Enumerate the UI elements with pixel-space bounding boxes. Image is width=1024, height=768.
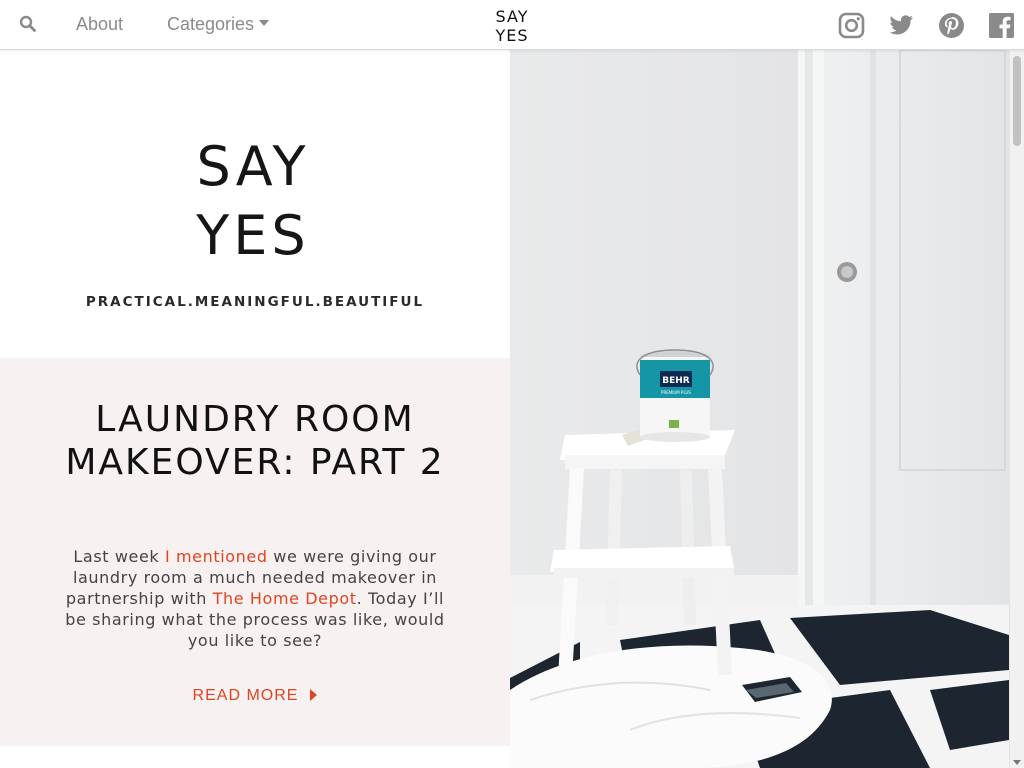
hero-logo-line1: SAY [196,135,309,198]
page-scrollbar[interactable] [1009,50,1024,768]
top-navigation: About Categories SAY YES [0,0,1024,50]
home-depot-link[interactable]: The Home Depot [213,589,357,608]
paint-can-sub: PREMIUM PLUS [661,390,691,395]
caret-down-icon [259,20,270,27]
paint-can-brand: BEHR [662,376,690,386]
arrow-right-icon [310,688,318,701]
nav-logo-line1: SAY [496,7,529,26]
post-title[interactable]: LAUNDRY ROOM MAKEOVER: PART 2 [60,398,450,484]
scroll-down-arrow-icon[interactable] [1013,760,1021,765]
nav-logo-line2: YES [494,26,528,45]
scrollbar-thumb[interactable] [1013,56,1021,146]
site-tagline: PRACTICAL.MEANINGFUL.BEAUTIFUL [85,294,425,310]
instagram-icon[interactable] [838,12,865,39]
read-more-label: READ MORE [192,687,299,704]
excerpt-text-1: Last week [73,547,165,566]
site-logo[interactable]: SAY YES [491,5,533,45]
i-mentioned-link[interactable]: I mentioned [165,547,268,566]
facebook-icon[interactable] [988,12,1015,39]
search-icon[interactable] [19,15,37,33]
post-excerpt: Last week I mentioned we were giving our… [62,546,448,651]
featured-post-card: LAUNDRY ROOM MAKEOVER: PART 2 Last week … [0,358,510,746]
featured-post-photo[interactable]: BEHR PREMIUM PLUS [510,50,1009,768]
twitter-icon[interactable] [888,12,915,39]
photo-illustration: BEHR PREMIUM PLUS [510,50,1009,768]
nav-categories-label: Categories [167,14,255,34]
nav-categories-dropdown[interactable]: Categories [167,14,270,35]
read-more-link[interactable]: READ MORE [0,687,510,705]
hero-logo[interactable]: SAY YES [183,130,323,265]
pinterest-icon[interactable] [938,12,965,39]
hero-logo-line2: YES [195,204,309,265]
nav-about-link[interactable]: About [76,14,123,35]
left-column: SAY YES PRACTICAL.MEANINGFUL.BEAUTIFUL L… [0,50,510,768]
